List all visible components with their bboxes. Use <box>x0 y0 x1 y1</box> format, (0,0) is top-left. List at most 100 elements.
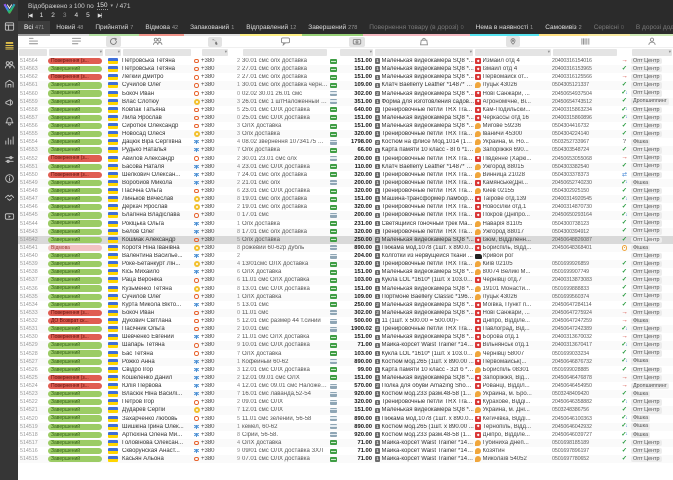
sidebar-item-promo-icon[interactable] <box>3 96 16 108</box>
table-row[interactable]: 514520 Завершений Захарченко Любовь +380 5 11… <box>18 415 673 423</box>
filter-input-col13[interactable] <box>553 49 617 56</box>
tab-В дорозі додому[interactable]: В дорозі додому0 <box>629 21 673 36</box>
table-row[interactable]: 514563 Завершений Петровська Тетяна +380 2 27… <box>18 65 673 74</box>
sidebar-item-stats-icon[interactable] <box>3 134 16 146</box>
header-client-column[interactable] <box>122 37 192 46</box>
table-row[interactable]: 514556 Завершений Сиротюк Олександр +380 3 ОЛ… <box>18 122 673 130</box>
table-row[interactable]: 514561 Завершений Сучилов Олег +380 1 30.01 с… <box>18 81 673 90</box>
filter-input-col11[interactable]: ▾ <box>375 49 473 56</box>
tab-Всі[interactable]: Всі 471 <box>18 21 51 36</box>
tab-Сервісні[interactable]: Сервісні 0 <box>587 21 630 36</box>
table-row[interactable]: 514538 Завершений Кісь Михайло ∗+380 6ОЛХ до… <box>18 268 673 276</box>
table-row[interactable]: 514532 ДО Возврат ск... Дукович Світлана +3… <box>18 317 673 325</box>
header-product-column[interactable] <box>374 37 474 46</box>
header-comment-column[interactable] <box>242 37 328 46</box>
table-row[interactable]: 514554 Завершений Дацюк Віра Сергіївна ∗+38… <box>18 138 673 146</box>
sidebar-item-video-icon[interactable] <box>3 210 16 222</box>
table-row[interactable]: 514543 Завершений Белов Олег ∗+380 817.01 см… <box>18 227 673 236</box>
filter-input-col6[interactable]: ▾ <box>202 49 228 56</box>
page-button-3[interactable]: 3 <box>63 12 67 19</box>
tab-Повернення товару (в дорозі)[interactable]: Повернення товару (в дорозі) 0 <box>363 21 470 36</box>
table-row[interactable]: 514546 Завершений Деркач Ярослав +380 2 19.01… <box>18 203 673 211</box>
table-row[interactable]: 514519 Завершений Шишкіна Ірина Олек... ∗+3… <box>18 422 673 431</box>
last-page-button[interactable]: ▶| <box>98 13 103 19</box>
sidebar-item-announcements-icon[interactable] <box>3 115 16 127</box>
table-row[interactable]: 514541 Відмова Коротя Ніна Іванівна +380 8 ро… <box>18 243 673 252</box>
table-row[interactable]: 514539 Завершений Роке-Бетанкурт Лін... +38… <box>18 260 673 269</box>
table-row[interactable]: 514533 Повернення (з... Бокоч Иван +380 0 11.… <box>18 308 673 317</box>
tab-Відправлений[interactable]: Відправлений 12 <box>240 21 303 36</box>
table-row[interactable]: 514529 Завершений Шапарь Тетяна +380 9 10.01 … <box>18 341 673 350</box>
table-row[interactable]: 514548 Завершений Пасічна Ольга +380 6 23.01 … <box>18 187 673 195</box>
header-status-column[interactable] <box>48 37 104 46</box>
filter-input-col1[interactable] <box>19 49 47 56</box>
page-button-4[interactable]: 4 <box>75 12 79 19</box>
table-row[interactable]: 514562 Повернення (з... Легкий Дмитро +380 2… <box>18 73 673 81</box>
table-row[interactable]: 514536 Завершений Кузьменко Тетяна +380 8 13.… <box>18 285 673 293</box>
header-ttn-column[interactable] <box>552 37 618 46</box>
table-row[interactable]: 514525 Повернення (з... Кошеленко Данил ∗+3… <box>18 373 673 382</box>
table-row[interactable]: 514557 Завершений Лила Ярослав +380 0 25.01 с… <box>18 113 673 122</box>
filter-input-col8[interactable] <box>243 49 327 56</box>
table-row[interactable]: 514516 Завершений Скворунская Анаст... ∗+38… <box>18 447 673 455</box>
sidebar-item-dashboard-icon[interactable] <box>3 20 16 32</box>
header-phone-column[interactable] <box>201 36 229 47</box>
table-row[interactable]: 514550 Повернення (з... Шелкович Олексан..… <box>18 171 673 179</box>
table-row[interactable]: 514544ЗавершенийРокіцька Ольга∗+3801Олх … <box>18 220 673 228</box>
table-row[interactable]: 514564 Повернення (з... Петровська Тетяна +… <box>18 57 673 65</box>
table-row[interactable]: 514555 Завершений Новосад Олеся +380 3 Олх до… <box>18 130 673 139</box>
sidebar-item-clients-icon[interactable] <box>3 58 16 70</box>
app-logo-icon[interactable] <box>3 2 16 14</box>
table-row[interactable]: 514559 Завершений Влас Слотюу +380 3 26.01 см… <box>18 97 673 106</box>
table-row[interactable]: 514552 Повернення (з... Авилов Александр +3… <box>18 155 673 163</box>
table-row[interactable]: 514542 Завершений Кошмак Александр +380 5 Олх… <box>18 235 673 244</box>
tab-Новий[interactable]: Новий 48 <box>50 21 90 36</box>
table-row[interactable]: 514518 Завершений Артюхіна Олена Ми... ∗+38… <box>18 431 673 439</box>
tab-Відмова[interactable]: Відмова 42 <box>139 21 185 36</box>
table-row[interactable]: 514545 Завершений Благінна Владіслава +380 0… <box>18 211 673 220</box>
filter-input-col3[interactable]: ▾ <box>105 49 121 56</box>
table-row[interactable]: 514549 Завершений Воробйов Микола ∗+380 221.… <box>18 178 673 187</box>
sidebar-item-settings-icon[interactable] <box>3 153 16 165</box>
header-status-update-column[interactable] <box>104 36 122 47</box>
first-page-button[interactable]: |◀ <box>28 13 33 19</box>
table-row[interactable]: 514522 Завершений Петров Ігор +380 2 09.01 см… <box>18 398 673 406</box>
filter-input-col2[interactable]: ▾ <box>49 49 103 56</box>
header-delivery-column[interactable] <box>474 36 552 47</box>
table-row[interactable]: 514547 Завершений Линьков Вячеслав +380 8 19.… <box>18 195 673 204</box>
table-row[interactable]: 514553 Завершений Рудько Наталья ∗+380 7Олх … <box>18 146 673 155</box>
table-row[interactable]: 514551 Завершений Басова Наталя ∗+380 423.01… <box>18 162 673 171</box>
table-row[interactable]: 514515 Завершений Касьян Альона +380 9 07.01 … <box>18 455 673 464</box>
sidebar-item-info-icon[interactable] <box>3 172 16 184</box>
sidebar-item-partners-icon[interactable] <box>3 191 16 203</box>
page-button-2[interactable]: 2 <box>51 12 55 19</box>
table-row[interactable]: 514560 Завершений Бокоч Иван +380 0 02.02 30.… <box>18 90 673 98</box>
table-row[interactable]: 514558 Завершений Ковпак Татьяна +380 5 25.01… <box>18 106 673 114</box>
page-button-5[interactable]: 5 <box>86 12 90 19</box>
tab-Прийнятий[interactable]: Прийнятий 7 <box>89 21 140 36</box>
table-row[interactable]: 514531 Завершений Пасічник Ольга +380 2 10.01… <box>18 325 673 334</box>
table-row[interactable]: 514517 Завершений Головінова Олексан... +38… <box>18 438 673 447</box>
filter-input-col15[interactable]: ▾ <box>632 49 672 56</box>
sidebar-item-company-icon[interactable] <box>3 77 16 89</box>
tab-Самовивіз[interactable]: Самовивіз 2 <box>539 21 588 36</box>
sidebar-item-orders-icon[interactable] <box>3 39 16 51</box>
table-row[interactable]: 514523 Завершений Власюк Ніна Василі... ∗+3… <box>18 390 673 399</box>
table-row[interactable]: 514537 Завершений Раца Вероніка +380 6 11.01 … <box>18 276 673 285</box>
table-row[interactable]: 514528 Завершений Бас Тетяна +380 7 ОЛХ доста… <box>18 350 673 358</box>
page-size-select[interactable]: 150 <box>96 2 108 10</box>
tab-Завершений[interactable]: Завершений 278 <box>302 21 364 36</box>
table-row[interactable]: 514527ЗавершенийРожко Анна∗+3801Кофейный… <box>18 357 673 366</box>
header-id-column[interactable] <box>18 37 48 46</box>
header-channel-column[interactable] <box>631 37 673 46</box>
table-row[interactable]: 514540 Завершений Валентина Василье... ∗+38… <box>18 252 673 260</box>
table-row[interactable]: 514534 Завершений Курта Микола Вікто... ∗+3… <box>18 301 673 309</box>
header-payment-column[interactable] <box>339 36 374 47</box>
tab-Запакований[interactable]: Запакований 1 <box>184 21 241 36</box>
page-button-1[interactable]: 1 <box>40 12 44 19</box>
table-row[interactable]: 514521 Завершений Дударев Сергій +380 7 12.01… <box>18 406 673 415</box>
filter-input-col12[interactable]: ▾ <box>475 49 551 56</box>
table-row[interactable]: 514530 Повернення (з... Шевченко Евгений ∗+… <box>18 333 673 341</box>
table-row[interactable]: 514524 Повернення (з... Юлія Первова ∗+380 4… <box>18 382 673 390</box>
filter-input-col10[interactable]: ▾ <box>340 49 373 56</box>
